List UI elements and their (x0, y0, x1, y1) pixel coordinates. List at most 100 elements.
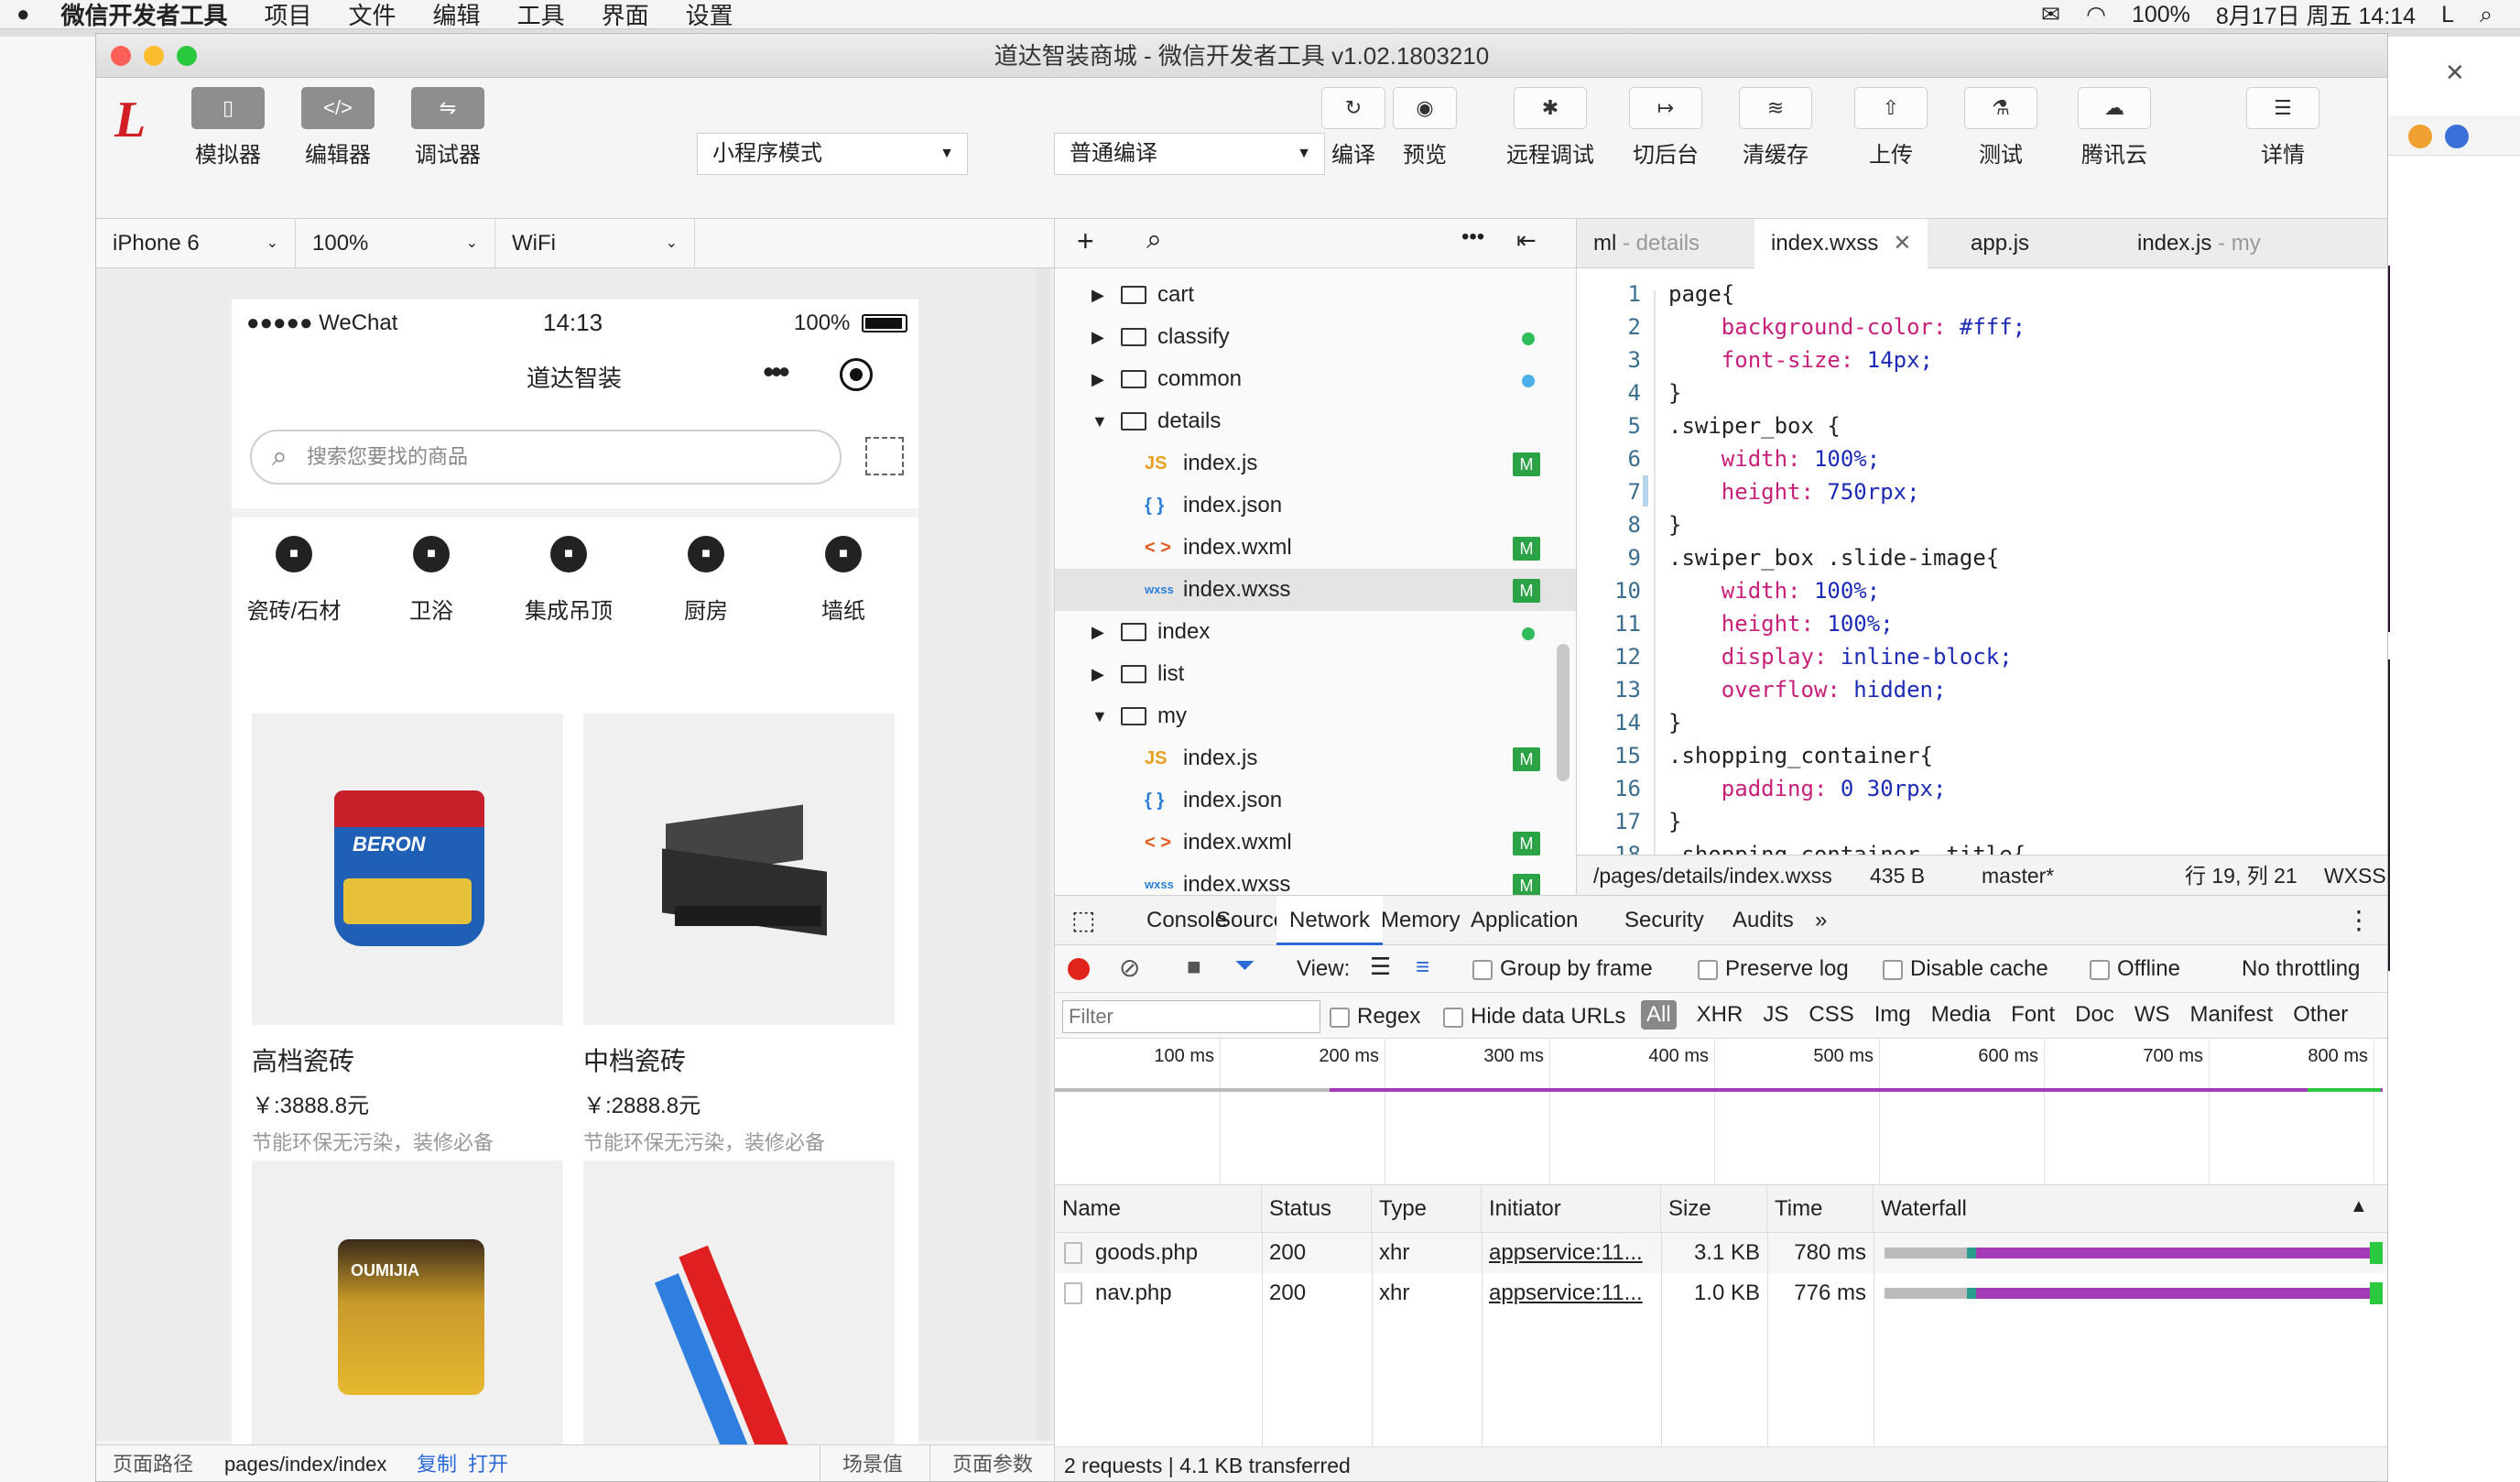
tree-item-cart[interactable]: ▶ cart (1055, 274, 1576, 316)
record-icon[interactable] (1068, 958, 1090, 980)
filter-css[interactable]: CSS (1809, 1000, 1853, 1030)
column-header-name[interactable]: Name (1055, 1185, 1262, 1233)
tab-console[interactable]: Console (1146, 896, 1227, 945)
apple-icon[interactable]: ● (16, 2, 30, 27)
cell-initiator[interactable]: appservice:11... (1482, 1233, 1661, 1273)
rss-icon[interactable] (2408, 125, 2432, 148)
offline-checkbox[interactable]: Offline (2090, 956, 2180, 982)
chevron-right-icon[interactable]: ▶ (1092, 611, 1104, 653)
filter-all[interactable]: All (1641, 1000, 1677, 1030)
inspect-element-icon[interactable]: ⬚ (1071, 905, 1095, 935)
sort-ascending-icon[interactable]: ▲ (2350, 1196, 2368, 1217)
tab-security[interactable]: Security (1624, 896, 1704, 945)
user-avatar-logo[interactable]: L (114, 91, 146, 149)
test-button[interactable]: ⚗ 测试 (1962, 87, 2039, 169)
filter-ws[interactable]: WS (2134, 1000, 2170, 1030)
product-card[interactable]: BERON 高档瓷砖 ￥:3888.8元 节能环保无污染，装修必备 (252, 714, 563, 1156)
close-capsule-icon[interactable] (840, 358, 873, 391)
tab-application[interactable]: Application (1471, 896, 1578, 945)
menu-item[interactable]: 界面 (602, 0, 649, 31)
filter-manifest[interactable]: Manifest (2190, 1000, 2274, 1030)
wechat-tray-icon[interactable]: ✉ (2041, 1, 2060, 28)
tab-memory[interactable]: Memory (1381, 896, 1461, 945)
tree-item-details[interactable]: ▼ details (1055, 400, 1576, 442)
clear-icon[interactable]: ⊘ (1119, 953, 1140, 983)
more-tabs-icon[interactable]: » (1815, 896, 1827, 945)
category-tile[interactable]: ■ 卫浴 (376, 536, 486, 625)
more-icon[interactable]: ••• (763, 353, 790, 391)
list-view-icon[interactable]: ☰ (1370, 953, 1391, 981)
background-button[interactable]: ↦ 切后台 (1627, 87, 1704, 169)
search-icon[interactable]: ⌕ (1146, 224, 1162, 256)
collapse-panel-icon[interactable]: ⇤ (1516, 226, 1537, 255)
zoom-select[interactable]: 100% ⌄ (296, 219, 495, 268)
tree-item-index-wxss[interactable]: wxss index.wxss M (1055, 569, 1576, 611)
code-editor[interactable]: 1 page{2 background-color: #fff; 3 font-si… (1576, 268, 2387, 873)
git-branch[interactable]: master* (1982, 855, 2054, 896)
details-button[interactable]: ☰ 详情 (2244, 87, 2321, 169)
extension-icon[interactable] (2445, 125, 2469, 148)
category-tile[interactable]: ■ 瓷砖/石材 (239, 536, 349, 625)
category-tile[interactable]: ■ 集成吊顶 (514, 536, 624, 625)
chevron-right-icon[interactable]: ▶ (1092, 358, 1104, 400)
column-header-status[interactable]: Status (1262, 1185, 1372, 1233)
tree-item-index-js[interactable]: JS index.js M (1055, 442, 1576, 485)
scan-icon[interactable] (865, 437, 904, 475)
waterfall-view-icon[interactable]: ≡ (1416, 953, 1429, 981)
search-input[interactable]: ⌕ 搜索您要找的商品 (250, 430, 842, 485)
camera-icon[interactable]: ■ (1187, 953, 1201, 981)
compile-mode-select[interactable]: 普通编译 ▼ (1054, 133, 1325, 175)
group-by-frame-checkbox[interactable]: Group by frame (1472, 956, 1653, 982)
debugger-button[interactable]: ⇋ 调试器 (411, 87, 484, 169)
tree-item-classify[interactable]: ▶ classify (1055, 316, 1576, 358)
table-row[interactable]: nav.php 200 xhr appservice:11... 1.0 KB 776 m… (1055, 1273, 2387, 1313)
more-icon[interactable]: ••• (1461, 224, 1484, 250)
filter-img[interactable]: Img (1874, 1000, 1911, 1030)
open-link[interactable]: 打开 (468, 1445, 508, 1481)
tree-item-index-wxml[interactable]: < > index.wxml M (1055, 527, 1576, 569)
tab-network[interactable]: Network (1276, 896, 1384, 945)
close-window-button[interactable] (111, 46, 131, 66)
tree-item-list[interactable]: ▶ list (1055, 653, 1576, 695)
chevron-down-icon[interactable]: ▼ (1092, 400, 1108, 442)
category-tile[interactable]: ■ 厨房 (651, 536, 761, 625)
editor-tab[interactable]: ml - details (1577, 219, 1716, 268)
tab-audits[interactable]: Audits (1732, 896, 1794, 945)
menu-app[interactable]: 微信开发者工具 (61, 0, 228, 31)
preview-button[interactable]: ◉ 预览 (1393, 87, 1457, 169)
filter-other[interactable]: Other (2293, 1000, 2348, 1030)
editor-tab[interactable]: app.js (1954, 219, 2046, 268)
table-row[interactable]: goods.php 200 xhr appservice:11... 3.1 KB 780… (1055, 1233, 2387, 1273)
column-header-time[interactable]: Time (1767, 1185, 1874, 1233)
hide-data-urls-checkbox[interactable]: Hide data URLs (1443, 1004, 1625, 1030)
tree-item-index-js[interactable]: JS index.js M (1055, 737, 1576, 779)
editor-tab[interactable]: index.js - my (2121, 219, 2277, 268)
filter-xhr[interactable]: XHR (1697, 1000, 1743, 1030)
simulator-scrollbar[interactable] (1036, 268, 1050, 1441)
editor-button[interactable]: </> 编辑器 (301, 87, 375, 169)
filter-media[interactable]: Media (1931, 1000, 1991, 1030)
tencent-cloud-button[interactable]: ☁ 腾讯云 (2070, 87, 2158, 169)
remote-debug-button[interactable]: ✱ 远程调试 (1503, 87, 1598, 169)
zoom-window-button[interactable] (177, 46, 197, 66)
preserve-log-checkbox[interactable]: Preserve log (1698, 956, 1849, 982)
params-button[interactable]: 页面参数 (929, 1445, 1033, 1481)
device-select[interactable]: iPhone 6 ⌄ (96, 219, 296, 268)
cursor-position[interactable]: 行 19, 列 21 (2185, 855, 2297, 896)
tree-item-index-json[interactable]: { } index.json (1055, 485, 1576, 527)
column-header-type[interactable]: Type (1372, 1185, 1482, 1233)
tree-item-common[interactable]: ▶ common (1055, 358, 1576, 400)
wifi-icon[interactable]: ◠ (2086, 1, 2106, 28)
clear-cache-button[interactable]: ≋ 清缓存 (1737, 87, 1814, 169)
menu-item[interactable]: 工具 (517, 0, 565, 31)
menu-item[interactable]: 编辑 (433, 0, 481, 31)
filter-font[interactable]: Font (2011, 1000, 2055, 1030)
datetime[interactable]: 8月17日 周五 14:14 (2216, 0, 2416, 31)
menu-item[interactable]: 项目 (265, 0, 312, 31)
regex-checkbox[interactable]: Regex (1330, 1004, 1420, 1030)
simulator-button[interactable]: ▯ 模拟器 (191, 87, 265, 169)
battery-text[interactable]: 100% (2132, 2, 2190, 28)
tree-item-index[interactable]: ▶ index (1055, 611, 1576, 653)
editor-tab[interactable]: index.wxss ✕ (1754, 219, 1928, 269)
filter-input[interactable] (1062, 1000, 1320, 1033)
